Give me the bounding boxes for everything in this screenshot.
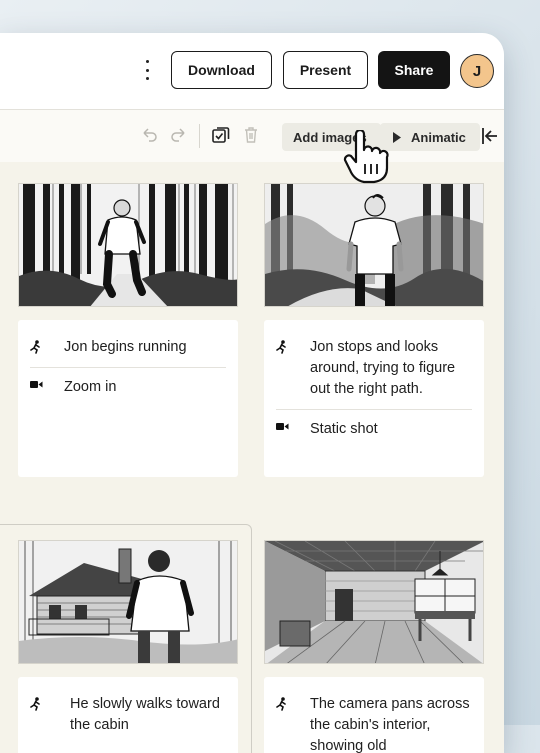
- note-row[interactable]: Static shot: [276, 409, 472, 449]
- action-running-icon: [276, 694, 310, 711]
- frame-notes[interactable]: Jon begins running Zoom in: [18, 320, 238, 477]
- action-running-icon: [30, 694, 70, 711]
- note-row[interactable]: The camera pans across the cabin's inter…: [276, 685, 472, 753]
- camera-icon: [30, 377, 64, 389]
- play-icon: [393, 131, 401, 143]
- note-text[interactable]: Static shot: [310, 419, 472, 440]
- man-standing-on-forest-path-sketch: [265, 184, 483, 306]
- action-running-icon: [276, 337, 310, 354]
- frame-notes[interactable]: He slowly walks toward the cabin: [18, 677, 238, 753]
- frame-image[interactable]: [264, 540, 484, 664]
- note-text[interactable]: Zoom in: [64, 377, 226, 398]
- note-text[interactable]: The camera pans across the cabin's inter…: [310, 694, 472, 753]
- delete-icon[interactable]: [243, 125, 259, 145]
- note-row[interactable]: Jon stops and looks around, trying to fi…: [276, 328, 472, 409]
- frame-image[interactable]: [264, 183, 484, 307]
- toolbar-divider: [199, 124, 200, 148]
- note-row[interactable]: Jon begins running: [30, 328, 226, 367]
- frame-image[interactable]: [18, 540, 238, 664]
- frame-notes[interactable]: Jon stops and looks around, trying to fi…: [264, 320, 484, 477]
- undo-icon[interactable]: [140, 126, 158, 144]
- camera-icon: [276, 419, 310, 431]
- note-row[interactable]: Zoom in: [30, 367, 226, 407]
- redo-icon[interactable]: [170, 126, 188, 144]
- note-text[interactable]: Jon begins running: [64, 337, 226, 358]
- present-button[interactable]: Present: [283, 51, 368, 89]
- select-all-icon[interactable]: [211, 125, 231, 145]
- action-running-icon: [30, 337, 64, 354]
- note-row[interactable]: He slowly walks toward the cabin: [30, 685, 226, 745]
- animatic-label: Animatic: [411, 129, 466, 145]
- man-walking-toward-cabin-sketch: [19, 541, 237, 663]
- storyboard-toolbar: Add images Animatic: [0, 110, 504, 163]
- download-button[interactable]: Download: [171, 51, 272, 89]
- man-running-through-forest-sketch: [19, 184, 237, 306]
- share-button[interactable]: Share: [378, 51, 450, 89]
- hand-pointer-cursor: [343, 130, 389, 184]
- app-window: Download Present Share J Add images Anim…: [0, 33, 504, 753]
- frame-notes[interactable]: The camera pans across the cabin's inter…: [264, 677, 484, 753]
- storyboard-frame[interactable]: Jon begins running Zoom in: [18, 183, 238, 477]
- collapse-panel-icon[interactable]: [481, 127, 499, 145]
- note-text[interactable]: Jon stops and looks around, trying to fi…: [310, 337, 472, 400]
- storyboard-panel: Jon begins running Zoom in Jon stops and…: [0, 162, 504, 753]
- animatic-button[interactable]: Animatic: [380, 123, 480, 151]
- kebab-vertical-icon[interactable]: [140, 60, 154, 80]
- storyboard-frame[interactable]: The camera pans across the cabin's inter…: [264, 540, 484, 753]
- avatar[interactable]: J: [460, 54, 494, 88]
- frame-image[interactable]: [18, 183, 238, 307]
- note-text[interactable]: He slowly walks toward the cabin: [70, 694, 226, 736]
- top-bar: Download Present Share J: [0, 33, 504, 110]
- cabin-interior-sketch: [265, 541, 483, 663]
- storyboard-frame[interactable]: Jon stops and looks around, trying to fi…: [264, 183, 484, 477]
- storyboard-frame[interactable]: He slowly walks toward the cabin: [18, 540, 238, 753]
